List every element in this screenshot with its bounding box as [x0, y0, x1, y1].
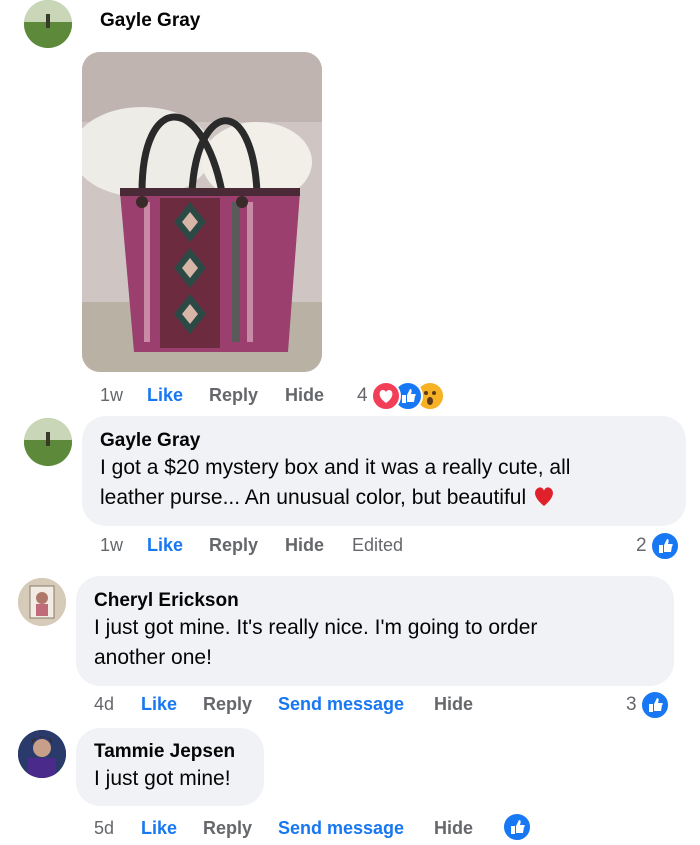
edited-label: Edited [352, 535, 404, 555]
avatar-image [18, 730, 66, 778]
hide-button[interactable]: Hide [285, 385, 324, 406]
comment-time: 1w [100, 535, 124, 555]
comment-text-line-1: I just got mine. It's really nice. I'm g… [94, 616, 538, 639]
like-icon[interactable] [502, 812, 532, 842]
like-button[interactable]: Like [141, 818, 177, 839]
send-message-button[interactable]: Send message [278, 818, 404, 839]
reply-button[interactable]: Reply [203, 694, 252, 715]
hide-button[interactable]: Hide [434, 694, 473, 715]
reaction-count: 2 [636, 535, 647, 556]
like-button[interactable]: Like [147, 535, 183, 556]
comment-author[interactable]: Tammie Jepsen [94, 741, 235, 763]
avatar[interactable] [24, 418, 72, 466]
reactions-summary[interactable]: 2 [634, 529, 684, 561]
comment-time: 4d [94, 694, 115, 714]
hide-button[interactable]: Hide [285, 535, 324, 556]
reply-button[interactable]: Reply [209, 385, 258, 406]
avatar[interactable] [18, 578, 66, 626]
like-button[interactable]: Like [147, 385, 183, 406]
comment-photo[interactable] [82, 52, 322, 372]
comment-author[interactable]: Gayle Gray [100, 430, 200, 452]
purse-photo-image [82, 52, 322, 372]
avatar[interactable] [18, 730, 66, 778]
red-heart-icon [535, 487, 553, 506]
comment-text-line-2: another one! [94, 646, 212, 669]
reaction-count: 3 [626, 694, 637, 715]
comment-text: I just got mine! [94, 767, 231, 790]
comment-text-line-1: I got a $20 mystery box and it was a rea… [100, 456, 571, 479]
avatar-image [24, 418, 72, 466]
like-icon [640, 690, 670, 720]
comment-author[interactable]: Cheryl Erickson [94, 590, 239, 612]
reactions-summary[interactable]: 3 [624, 688, 674, 720]
avatar-image [24, 0, 72, 48]
love-icon [371, 381, 401, 411]
hide-button[interactable]: Hide [434, 818, 473, 839]
reactions-summary[interactable]: 4 [355, 379, 455, 411]
send-message-button[interactable]: Send message [278, 694, 404, 715]
reply-button[interactable]: Reply [209, 535, 258, 556]
comment-text-line-2-text: leather purse... An unusual color, but b… [100, 486, 527, 509]
like-button[interactable]: Like [141, 694, 177, 715]
avatar-image [18, 578, 66, 626]
like-icon [650, 531, 680, 561]
reaction-count: 4 [357, 385, 368, 406]
comment-time: 5d [94, 818, 115, 838]
comment-author[interactable]: Gayle Gray [100, 10, 200, 32]
reply-button[interactable]: Reply [203, 818, 252, 839]
avatar[interactable] [24, 0, 72, 48]
comment-time: 1w [100, 385, 124, 405]
comment-text-line-2: leather purse... An unusual color, but b… [100, 483, 556, 513]
